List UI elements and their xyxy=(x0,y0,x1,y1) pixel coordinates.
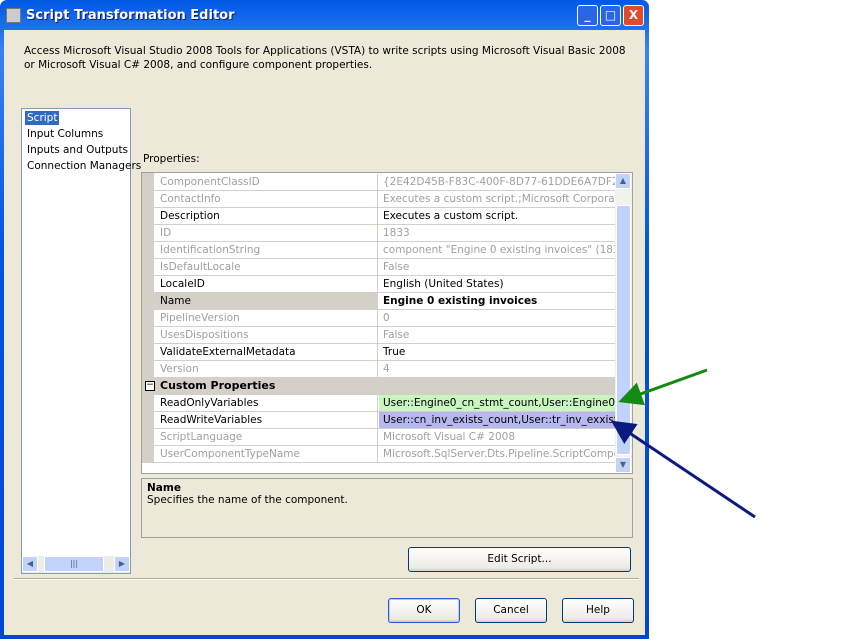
annotation-arrows xyxy=(611,368,756,519)
blue-arrow xyxy=(611,420,756,519)
green-arrow xyxy=(618,368,708,406)
